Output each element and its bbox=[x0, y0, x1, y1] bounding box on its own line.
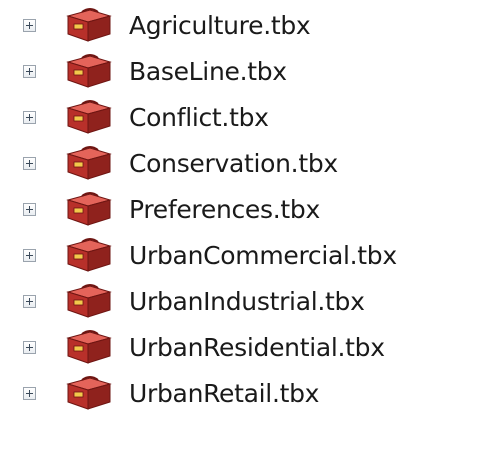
toolbox-icon bbox=[66, 330, 112, 364]
toolbox-icon bbox=[66, 8, 112, 42]
tree-item-agriculture[interactable]: Agriculture.tbx bbox=[0, 2, 477, 48]
toolbox-icon bbox=[66, 100, 112, 134]
toolbox-icon bbox=[66, 192, 112, 226]
tree-item-label: Preferences.tbx bbox=[129, 194, 320, 224]
tree-item-baseline[interactable]: BaseLine.tbx bbox=[0, 48, 477, 94]
toolbox-icon bbox=[66, 284, 112, 318]
expand-plus-icon[interactable] bbox=[23, 202, 36, 216]
expand-plus-icon[interactable] bbox=[23, 248, 36, 262]
tree-item-preferences[interactable]: Preferences.tbx bbox=[0, 186, 477, 232]
expand-plus-icon[interactable] bbox=[23, 386, 36, 400]
tree-item-conservation[interactable]: Conservation.tbx bbox=[0, 140, 477, 186]
expand-plus-icon[interactable] bbox=[23, 18, 36, 32]
expand-plus-icon[interactable] bbox=[23, 156, 36, 170]
tree-item-label: Conservation.tbx bbox=[129, 148, 338, 178]
tree-item-label: UrbanCommercial.tbx bbox=[129, 240, 397, 270]
tree-item-label: BaseLine.tbx bbox=[129, 56, 287, 86]
expand-plus-icon[interactable] bbox=[23, 340, 36, 354]
tree-item-label: Agriculture.tbx bbox=[129, 10, 311, 40]
toolbox-icon bbox=[66, 146, 112, 180]
tree-item-urbanresidential[interactable]: UrbanResidential.tbx bbox=[0, 324, 477, 370]
toolbox-tree: Agriculture.tbx BaseLine.tbx Conflict.tb… bbox=[0, 0, 477, 451]
tree-item-label: UrbanResidential.tbx bbox=[129, 332, 385, 362]
tree-item-urbanretail[interactable]: UrbanRetail.tbx bbox=[0, 370, 477, 416]
tree-item-label: Conflict.tbx bbox=[129, 102, 269, 132]
expand-plus-icon[interactable] bbox=[23, 294, 36, 308]
toolbox-icon bbox=[66, 376, 112, 410]
tree-item-urbancommercial[interactable]: UrbanCommercial.tbx bbox=[0, 232, 477, 278]
toolbox-icon bbox=[66, 54, 112, 88]
tree-item-urbanindustrial[interactable]: UrbanIndustrial.tbx bbox=[0, 278, 477, 324]
tree-item-label: UrbanRetail.tbx bbox=[129, 378, 320, 408]
expand-plus-icon[interactable] bbox=[23, 64, 36, 78]
expand-plus-icon[interactable] bbox=[23, 110, 36, 124]
tree-item-label: UrbanIndustrial.tbx bbox=[129, 286, 365, 316]
toolbox-icon bbox=[66, 238, 112, 272]
tree-item-conflict[interactable]: Conflict.tbx bbox=[0, 94, 477, 140]
